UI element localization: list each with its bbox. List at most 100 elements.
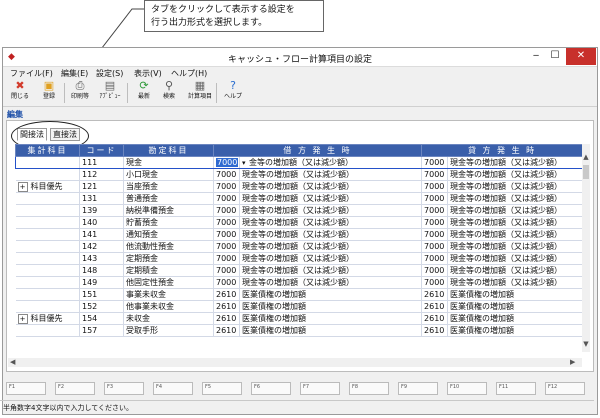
cell-debit-name[interactable]: 現金等の増加額（又は減少額） bbox=[239, 180, 423, 193]
function-key-f2[interactable]: F2 bbox=[55, 382, 95, 395]
cell-group[interactable] bbox=[15, 228, 80, 241]
cell-credit-code[interactable]: 7000 bbox=[421, 228, 449, 241]
table-row[interactable]: 139 納税準備預金 7000 現金等の増加額（又は減少額） 7000 現金等の増加額（又… bbox=[15, 204, 582, 217]
header-debit[interactable]: 借 方 発 生 時 bbox=[212, 144, 423, 157]
cell-credit-code[interactable]: 7000 bbox=[421, 276, 449, 289]
cell-account[interactable]: 受取手形 bbox=[123, 324, 214, 337]
table-row[interactable]: 131 普通預金 7000 現金等の増加額（又は減少額） 7000 現金等の増加額（又は減… bbox=[15, 192, 582, 205]
cell-credit-name[interactable]: 現金等の増加額（又は減少額） bbox=[447, 204, 582, 217]
function-key-f11[interactable]: F11 bbox=[496, 382, 536, 395]
header-code[interactable]: コード bbox=[79, 144, 124, 157]
minimize-button[interactable]: ‒ bbox=[527, 48, 545, 65]
cell-debit-code[interactable]: 7000 bbox=[213, 204, 240, 217]
cell-account[interactable]: 定期積金 bbox=[123, 264, 214, 277]
maximize-button[interactable]: ☐ bbox=[546, 48, 564, 65]
vertical-scrollbar[interactable]: ▲ ▼ bbox=[582, 144, 590, 352]
cell-code[interactable]: 154 bbox=[79, 312, 124, 325]
cell-code[interactable]: 142 bbox=[79, 240, 124, 253]
cell-debit-name[interactable]: 現金等の増加額（又は減少額） bbox=[239, 192, 423, 205]
cell-account[interactable]: 小口現金 bbox=[123, 168, 214, 181]
cell-credit-name[interactable]: 現金等の増加額（又は減少額） bbox=[447, 240, 582, 253]
cell-group[interactable]: + 科目優先 bbox=[15, 312, 80, 325]
cell-debit-code[interactable]: 7000 bbox=[213, 156, 240, 169]
scroll-left-arrow-icon[interactable]: ◀ bbox=[10, 358, 15, 366]
scroll-thumb[interactable] bbox=[583, 165, 589, 179]
cell-credit-code[interactable]: 7000 bbox=[421, 264, 449, 277]
cell-group[interactable] bbox=[15, 276, 80, 289]
table-row[interactable]: 140 貯蓄預金 7000 現金等の増加額（又は減少額） 7000 現金等の増加額（又は減… bbox=[15, 216, 582, 229]
cell-code[interactable]: 139 bbox=[79, 204, 124, 217]
table-row[interactable]: + 科目優先 121 当座預金 7000 現金等の増加額（又は減少額） 7000 現金等の増加… bbox=[15, 180, 582, 193]
cell-debit-name[interactable]: 医業債権の増加額 bbox=[239, 288, 423, 301]
table-row[interactable]: 157 受取手形 2610 医業債権の増加額 2610 医業債権の増加額 bbox=[15, 324, 582, 337]
cell-debit-code[interactable]: 7000 bbox=[213, 228, 240, 241]
close-window-button[interactable]: ✕ bbox=[566, 48, 596, 65]
cell-credit-name[interactable]: 現金等の増加額（又は減少額） bbox=[447, 192, 582, 205]
cell-code[interactable]: 152 bbox=[79, 300, 124, 313]
close-button[interactable]: ✖ 閉じる bbox=[9, 80, 31, 105]
cell-debit-code[interactable]: 2610 bbox=[213, 300, 240, 313]
header-account[interactable]: 勘定科目 bbox=[123, 144, 214, 157]
function-key-f10[interactable]: F10 bbox=[447, 382, 487, 395]
cell-credit-code[interactable]: 7000 bbox=[421, 240, 449, 253]
register-button[interactable]: ▣ 登録 bbox=[38, 80, 60, 105]
menu-settings[interactable]: 設定(S) bbox=[96, 68, 123, 79]
cell-group[interactable] bbox=[15, 264, 80, 277]
cell-group[interactable] bbox=[15, 252, 80, 265]
menu-edit[interactable]: 編集(E) bbox=[61, 68, 88, 79]
cell-credit-code[interactable]: 7000 bbox=[421, 204, 449, 217]
cell-debit-name[interactable]: 現金等の増加額（又は減少額） bbox=[239, 168, 423, 181]
help-button[interactable]: ? ヘルプ bbox=[222, 80, 244, 105]
cell-group[interactable] bbox=[15, 192, 80, 205]
table-row[interactable]: 111 現金 7000 ▾ 金等の増加額（又は減少額） 7000 現金等の増加額（又は減少額… bbox=[15, 156, 582, 169]
dropdown-arrow-icon[interactable]: ▾ bbox=[242, 159, 249, 167]
cell-code[interactable]: 111 bbox=[79, 156, 124, 169]
cell-credit-code[interactable]: 7000 bbox=[421, 192, 449, 205]
cell-credit-code[interactable]: 2610 bbox=[421, 324, 449, 337]
cell-group[interactable] bbox=[15, 300, 80, 313]
cell-group[interactable] bbox=[15, 216, 80, 229]
header-credit[interactable]: 貸 方 発 生 時 bbox=[421, 144, 582, 157]
cell-credit-code[interactable]: 7000 bbox=[421, 180, 449, 193]
cell-debit-code[interactable]: 7000 bbox=[213, 240, 240, 253]
cell-code[interactable]: 140 bbox=[79, 216, 124, 229]
cell-code[interactable]: 143 bbox=[79, 252, 124, 265]
menu-help[interactable]: ヘルプ(H) bbox=[171, 68, 207, 79]
function-key-f4[interactable]: F4 bbox=[153, 382, 193, 395]
table-row[interactable]: 141 通知預金 7000 現金等の増加額（又は減少額） 7000 現金等の増加額（又は減… bbox=[15, 228, 582, 241]
cell-debit-name[interactable]: 医業債権の増加額 bbox=[239, 312, 423, 325]
cell-credit-name[interactable]: 医業債権の増加額 bbox=[447, 324, 582, 337]
cell-group[interactable] bbox=[15, 324, 80, 337]
table-row[interactable]: 142 他流動性預金 7000 現金等の増加額（又は減少額） 7000 現金等の増加額（又… bbox=[15, 240, 582, 253]
calc-item-button[interactable]: ▦ 計算項目 bbox=[188, 80, 212, 105]
cell-debit-code[interactable]: 7000 bbox=[213, 216, 240, 229]
cell-credit-name[interactable]: 現金等の増加額（又は減少額） bbox=[447, 264, 582, 277]
cell-credit-name[interactable]: 医業債権の増加額 bbox=[447, 312, 582, 325]
cell-group[interactable] bbox=[15, 204, 80, 217]
table-row[interactable]: 112 小口現金 7000 現金等の増加額（又は減少額） 7000 現金等の増加額（又は減… bbox=[15, 168, 582, 181]
preview-button[interactable]: ▤ ｱﾌﾟﾋﾟｭｰ bbox=[99, 80, 121, 105]
cell-code[interactable]: 149 bbox=[79, 276, 124, 289]
cell-credit-code[interactable]: 2610 bbox=[421, 300, 449, 313]
cell-credit-code[interactable]: 2610 bbox=[421, 288, 449, 301]
cell-account[interactable]: 未収金 bbox=[123, 312, 214, 325]
function-key-f9[interactable]: F9 bbox=[398, 382, 438, 395]
cell-code[interactable]: 157 bbox=[79, 324, 124, 337]
cell-account[interactable]: 他流動性預金 bbox=[123, 240, 214, 253]
cell-debit-name[interactable]: 医業債権の増加額 bbox=[239, 300, 423, 313]
scroll-up-arrow-icon[interactable]: ▲ bbox=[582, 153, 590, 161]
cell-debit-name[interactable]: 現金等の増加額（又は減少額） bbox=[239, 252, 423, 265]
cell-debit-name[interactable]: 現金等の増加額（又は減少額） bbox=[239, 216, 423, 229]
cell-debit-name[interactable]: 現金等の増加額（又は減少額） bbox=[239, 264, 423, 277]
cell-debit-name[interactable]: 現金等の増加額（又は減少額） bbox=[239, 240, 423, 253]
cell-account[interactable]: 納税準備預金 bbox=[123, 204, 214, 217]
table-row[interactable]: 152 他事業未収金 2610 医業債権の増加額 2610 医業債権の増加額 bbox=[15, 300, 582, 313]
cell-account[interactable]: 事業未収金 bbox=[123, 288, 214, 301]
cell-account[interactable]: 当座預金 bbox=[123, 180, 214, 193]
table-row[interactable]: 149 他固定性預金 7000 現金等の増加額（又は減少額） 7000 現金等の増加額（又… bbox=[15, 276, 582, 289]
cell-code[interactable]: 112 bbox=[79, 168, 124, 181]
cell-account[interactable]: 他固定性預金 bbox=[123, 276, 214, 289]
cell-credit-name[interactable]: 医業債権の増加額 bbox=[447, 300, 582, 313]
cell-credit-code[interactable]: 7000 bbox=[421, 216, 449, 229]
cell-group[interactable] bbox=[15, 168, 80, 181]
